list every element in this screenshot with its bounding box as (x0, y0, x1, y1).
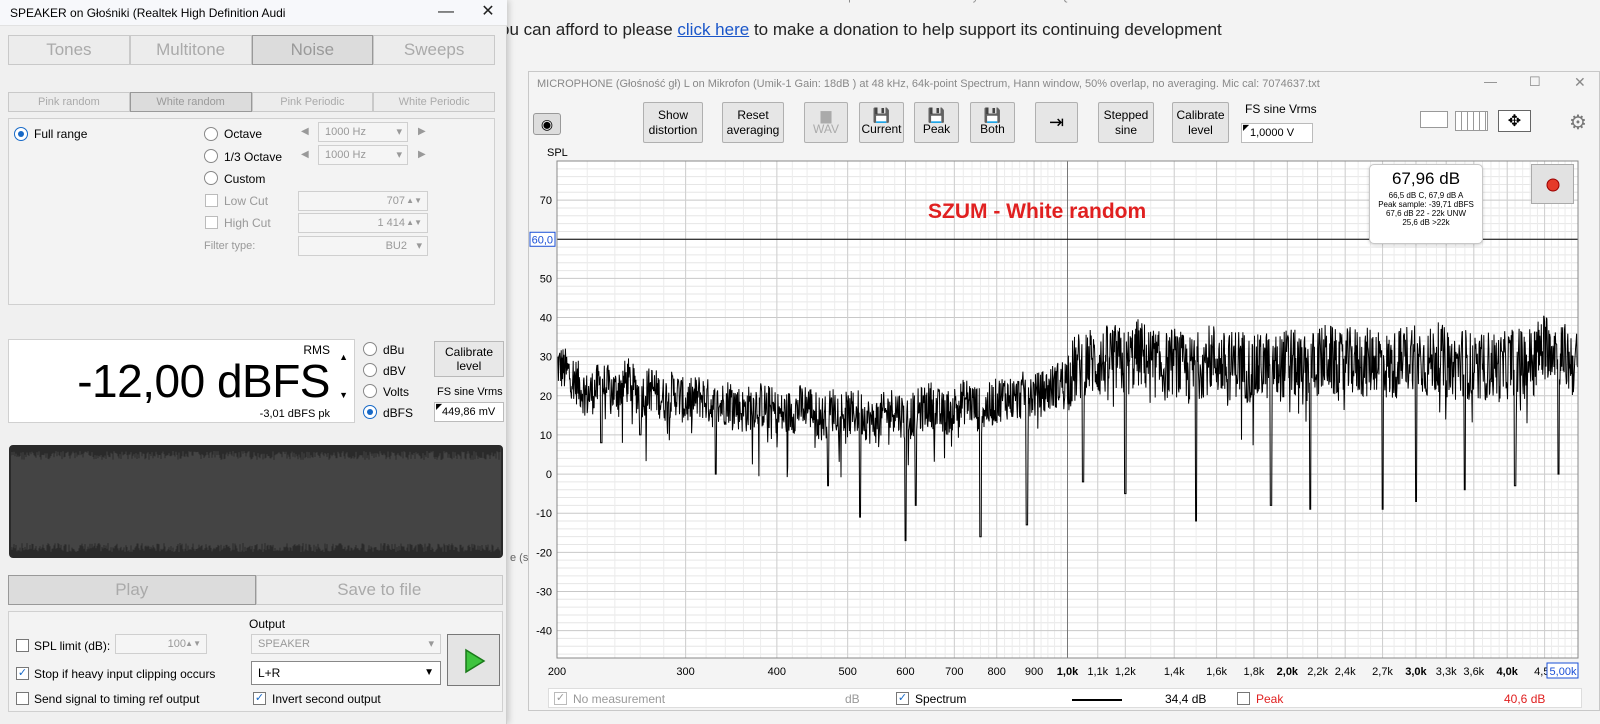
x-tick-label: 2,4k (1335, 666, 1356, 678)
spectrum-line-swatch (1072, 699, 1122, 701)
no-measurement-checkbox[interactable]: ✓ (554, 692, 567, 705)
y-tick-label: 40 (540, 313, 552, 325)
y-tick-label: -20 (536, 547, 552, 559)
peak-checkbox[interactable] (1237, 692, 1250, 705)
x-tick-label: 500 (838, 666, 856, 678)
x-tick-label: 1,6k (1206, 666, 1227, 678)
spectrum-label: Spectrum (915, 692, 967, 706)
legend-unit: dB (845, 692, 860, 706)
x-tick-label: 200 (548, 666, 566, 678)
legend-bar: ✓ No measurement dB ✓ Spectrum 34,4 dB P… (548, 688, 1582, 708)
y-tick-label: 70 (540, 195, 552, 207)
peak-value: 40,6 dB (1504, 692, 1546, 706)
y-tick-label: 60,0 (532, 234, 553, 246)
measurement-box: 67,96 dB 66,5 dB C, 67,9 dB A Peak sampl… (1369, 164, 1483, 244)
plot-annotation: SZUM - White random (928, 200, 1147, 223)
y-tick-label: -10 (536, 508, 552, 520)
y-tick-label: 20 (540, 391, 552, 403)
x-tick-label: 1,4k (1164, 666, 1185, 678)
x-tick-label: 900 (1025, 666, 1043, 678)
x-tick-label: 5,00k (1550, 666, 1577, 678)
y-tick-label: 10 (540, 430, 552, 442)
x-tick-label: 600 (896, 666, 914, 678)
y-tick-label: 50 (540, 273, 552, 285)
record-button[interactable] (1531, 164, 1574, 204)
measurement-main: 67,96 dB (1391, 169, 1461, 188)
spectrum-checkbox[interactable]: ✓ (896, 692, 909, 705)
peak-label: Peak (1256, 692, 1284, 706)
x-tick-label: 1,1k (1087, 666, 1108, 678)
measurement-line-4: 25,6 dB >22k (1402, 218, 1450, 227)
y-tick-label: -30 (536, 586, 552, 598)
measurement-line-3: 67,6 dB 22 - 22k UNW (1385, 209, 1467, 218)
no-measurement-label: No measurement (573, 692, 666, 706)
measurement-line-1: 66,5 dB C, 67,9 dB A (1388, 191, 1464, 200)
spectrum-value: 34,4 dB (1165, 692, 1207, 706)
x-tick-label: 1,8k (1244, 666, 1265, 678)
x-tick-label: 2,2k (1307, 666, 1328, 678)
record-icon (1546, 178, 1560, 192)
x-tick-label: 1,2k (1115, 666, 1136, 678)
x-tick-label: 400 (768, 666, 786, 678)
x-axis-ticks: 200 300 400 500 600 700 800 900 1,0k 1,1k 1,2k 1,4k… (548, 662, 1579, 679)
x-tick-label: 3,6k (1463, 666, 1484, 678)
x-tick-label: 300 (676, 666, 694, 678)
y-axis-label: SPL (547, 147, 568, 159)
measurement-line-2: Peak sample: -39,71 dBFS (1378, 200, 1474, 209)
x-tick-label: 2,0k (1277, 666, 1299, 678)
y-axis-ticks: 70 60,0 50 40 30 20 10 0 -10 -20 -30 -40 (529, 195, 556, 638)
y-tick-label: -40 (536, 626, 552, 638)
spectrum-plot: 70 60,0 50 40 30 20 10 0 -10 -20 -30 -40 200 300 400 5… (529, 147, 1579, 679)
x-tick-label: 3,0k (1405, 666, 1427, 678)
x-tick-label: 1,0k (1057, 666, 1079, 678)
y-tick-label: 30 (540, 352, 552, 364)
x-tick-label: 3,3k (1436, 666, 1457, 678)
y-tick-label: 0 (546, 469, 552, 481)
x-tick-label: 4,0k (1497, 666, 1519, 678)
x-tick-label: 700 (945, 666, 963, 678)
x-tick-label: 800 (988, 666, 1006, 678)
x-tick-label: 2,7k (1372, 666, 1393, 678)
